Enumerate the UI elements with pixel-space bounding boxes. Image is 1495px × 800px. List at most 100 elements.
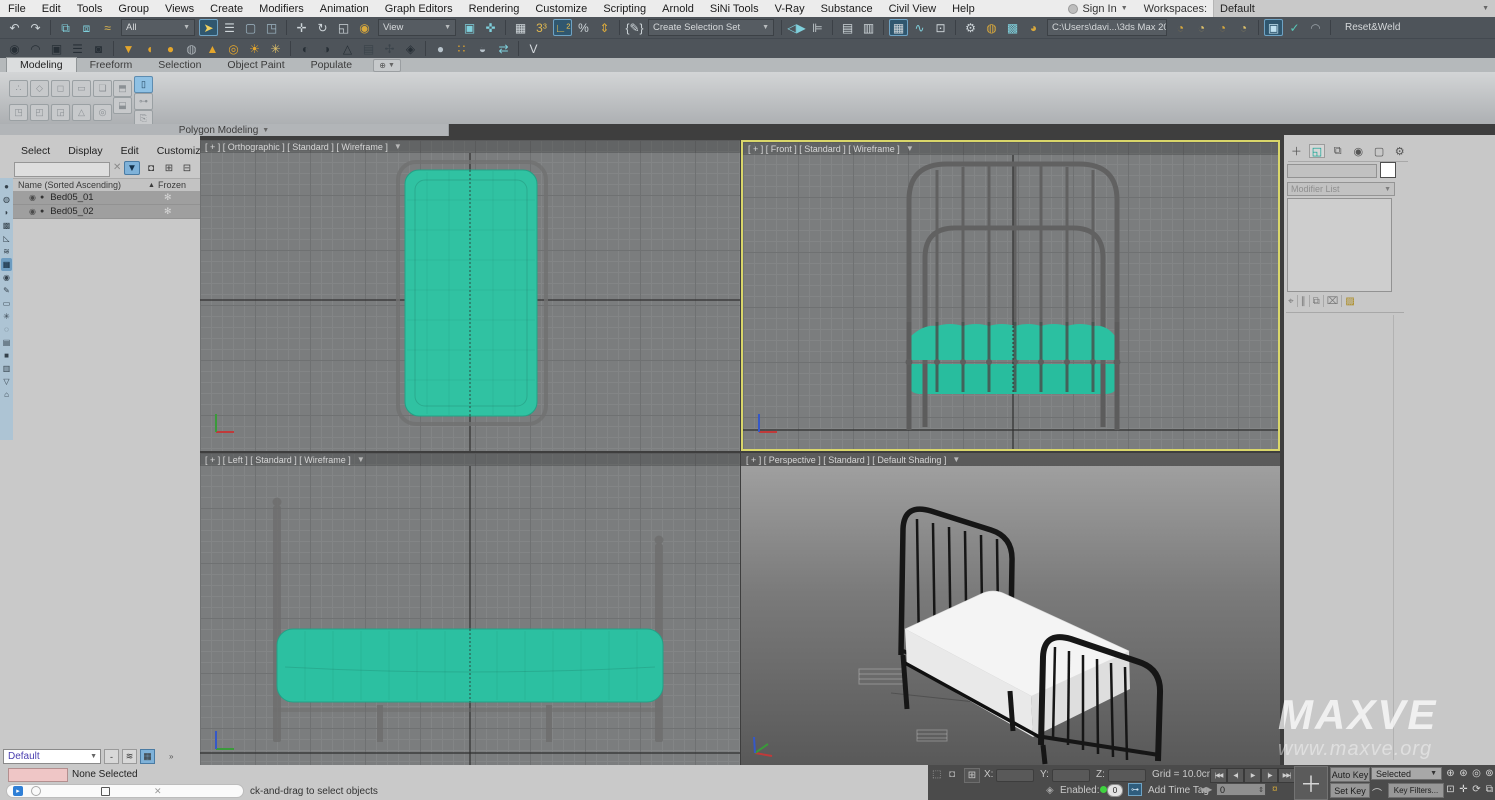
light-burst-icon[interactable]: ✳	[266, 40, 285, 57]
keyboard-override-icon[interactable]: ▦	[511, 19, 530, 36]
viewport-label[interactable]: [ + ] [ Front ] [ Standard ] [ Wireframe…	[743, 142, 1278, 155]
close-icon[interactable]: ✕	[154, 786, 162, 797]
use-pivot-center-icon[interactable]: ▣	[460, 19, 479, 36]
object-color-swatch[interactable]	[1380, 162, 1396, 178]
poly-tool-button[interactable]: △	[72, 104, 91, 121]
filter-funnel-icon[interactable]: ▼	[357, 455, 365, 464]
sphere-shaded-icon[interactable]: ◐	[296, 40, 315, 57]
viewport-top-orthographic[interactable]: [ + ] [ Orthographic ] [ Standard ] [ Wi…	[200, 140, 740, 451]
frozen-toggle-icon[interactable]: ✻	[164, 192, 172, 203]
front-view-canvas[interactable]	[743, 142, 1278, 449]
current-frame-field[interactable]: 0⇕	[1216, 783, 1266, 796]
light-cone-icon[interactable]: ▼	[119, 40, 138, 57]
rollout-scroll-line[interactable]	[1393, 315, 1394, 760]
filter-funnel-icon[interactable]: ▼	[952, 455, 960, 464]
key-selection-dropdown[interactable]: Selected▼	[1371, 767, 1442, 780]
layer-manager-icon[interactable]: ≋	[122, 749, 137, 764]
layer-explorer-toggle-icon[interactable]: ▥	[859, 19, 878, 36]
light-sphere-icon[interactable]: ●	[161, 40, 180, 57]
tab-utilities[interactable]: ⚙	[1391, 144, 1408, 158]
bind-to-space-warp-icon[interactable]: ≈	[98, 19, 117, 36]
go-to-start-button[interactable]: |◀◀	[1210, 768, 1227, 783]
visibility-eye-icon[interactable]: ◉	[29, 193, 36, 202]
select-and-move-icon[interactable]: ✛	[292, 19, 311, 36]
menu-animation[interactable]: Animation	[312, 2, 377, 16]
previous-frame-button[interactable]: ◀|	[1227, 768, 1244, 783]
poly-tool-button[interactable]: ▯	[134, 76, 153, 93]
viewport-label[interactable]: [ + ] [ Left ] [ Standard ] [ Wireframe …	[200, 453, 740, 466]
record-idle-icon[interactable]	[31, 786, 41, 796]
display-filter-icon[interactable]: ⌂	[1, 388, 12, 401]
viewport-perspective[interactable]: [ + ] [ Perspective ] [ Standard ] [ Def…	[741, 453, 1280, 765]
key-mode-icon[interactable]: ¤	[1272, 784, 1278, 795]
viewport-left[interactable]: [ + ] [ Left ] [ Standard ] [ Wireframe …	[200, 453, 740, 765]
poly-tool-button[interactable]: ◳	[9, 104, 28, 121]
stop-icon[interactable]	[101, 787, 110, 796]
curve-editor-icon[interactable]: ∿	[910, 19, 929, 36]
x-coordinate-field[interactable]	[996, 769, 1034, 782]
display-filter-icon[interactable]: ▦	[1, 258, 12, 271]
make-unique-icon[interactable]: ⧉	[1313, 296, 1320, 307]
explorer-menu-edit[interactable]: Edit	[112, 145, 148, 157]
select-and-rotate-icon[interactable]: ↻	[313, 19, 332, 36]
filter-icon[interactable]: ▼	[124, 161, 140, 175]
tab-hierarchy[interactable]: ⧉	[1329, 144, 1346, 158]
light-bulb-icon[interactable]: ◎	[224, 40, 243, 57]
display-filter-icon[interactable]: ◍	[1, 193, 12, 206]
orbit-icon[interactable]: ⟳	[1470, 783, 1483, 796]
sign-in-button[interactable]: Sign In ▼	[1058, 3, 1137, 15]
explorer-menu-display[interactable]: Display	[59, 145, 111, 157]
mirror-icon[interactable]: ◁▶	[787, 19, 806, 36]
select-and-place-icon[interactable]: ◉	[355, 19, 374, 36]
select-object-icon[interactable]: ➤	[199, 19, 218, 36]
vray-render-icon[interactable]: ◉	[5, 40, 24, 57]
vray-logo-icon[interactable]: V	[524, 40, 543, 57]
modifier-list-dropdown[interactable]: Modifier List ▼	[1287, 182, 1395, 196]
ortho-top-canvas[interactable]	[200, 140, 740, 451]
named-selection-sets-icon[interactable]: {✎}	[625, 19, 644, 36]
poly-tool-button[interactable]: ◇	[30, 80, 49, 97]
viewport-front[interactable]: [ + ] [ Front ] [ Standard ] [ Wireframe…	[741, 140, 1280, 451]
left-view-canvas[interactable]	[200, 453, 740, 765]
go-to-end-button[interactable]: ▶▶|	[1278, 768, 1295, 783]
named-selection-dropdown[interactable]: Create Selection Set▼	[648, 19, 774, 36]
display-filter-icon[interactable]: ◌	[1, 323, 12, 336]
selection-lock-icon[interactable]: ◘	[949, 769, 955, 780]
window-crossing-icon[interactable]: ◳	[262, 19, 281, 36]
camera-icon[interactable]: ◙	[89, 40, 108, 57]
zoom-region-icon[interactable]: ⊡	[1444, 783, 1457, 796]
configure-modifier-sets-icon[interactable]: ▨	[1345, 296, 1354, 307]
poly-tool-button[interactable]: ⬓	[113, 97, 132, 114]
workspace-dropdown[interactable]: Default ▼	[1213, 0, 1495, 17]
menu-tools[interactable]: Tools	[69, 2, 111, 16]
autosave-icon[interactable]: ▣	[1264, 19, 1283, 36]
set-key-filter-icon[interactable]: ⌒	[1372, 785, 1382, 800]
palette-icon[interactable]: ◒	[473, 40, 492, 57]
ribbon-tab-selection[interactable]: Selection	[145, 58, 214, 72]
poly-tool-button[interactable]: ▭	[72, 80, 91, 97]
spinner-snap-icon[interactable]: ⇕	[595, 19, 614, 36]
set-key-button[interactable]: Set Key	[1330, 783, 1370, 798]
key-filters-button[interactable]: Key Filters...	[1388, 783, 1444, 798]
clear-search-icon[interactable]: ✕	[113, 162, 121, 173]
orbit-light-icon[interactable]: ◠	[1306, 19, 1325, 36]
material-editor-icon[interactable]: ◍	[982, 19, 1001, 36]
angle-snap-icon[interactable]: ∟²	[553, 19, 572, 36]
maxscript-mini-listener[interactable]	[8, 768, 68, 782]
isolate-layer-icon[interactable]: ▦	[140, 749, 155, 764]
remove-modifier-icon[interactable]: ⌧	[1327, 296, 1339, 307]
maximize-viewport-icon[interactable]: ⧉	[1483, 783, 1495, 796]
capture-app-icon[interactable]: ▸	[13, 786, 23, 796]
tab-motion[interactable]: ◉	[1350, 144, 1367, 158]
mattress-top-view[interactable]	[405, 170, 537, 416]
zoom-all-icon[interactable]: ⊛	[1457, 767, 1470, 780]
ribbon-more-tab[interactable]: ⊕▼	[373, 59, 401, 72]
align-icon[interactable]: ⊫	[808, 19, 827, 36]
menu-graph-editors[interactable]: Graph Editors	[377, 2, 461, 16]
expand-all-icon[interactable]: ⊞	[161, 161, 177, 175]
time-tag-key-icon[interactable]: ⊶	[1128, 783, 1142, 796]
review-check-icon[interactable]: ✓	[1285, 19, 1304, 36]
render-setup-icon[interactable]: ▩	[1003, 19, 1022, 36]
select-and-scale-icon[interactable]: ◱	[334, 19, 353, 36]
bed-frame-left-view[interactable]	[273, 498, 664, 743]
